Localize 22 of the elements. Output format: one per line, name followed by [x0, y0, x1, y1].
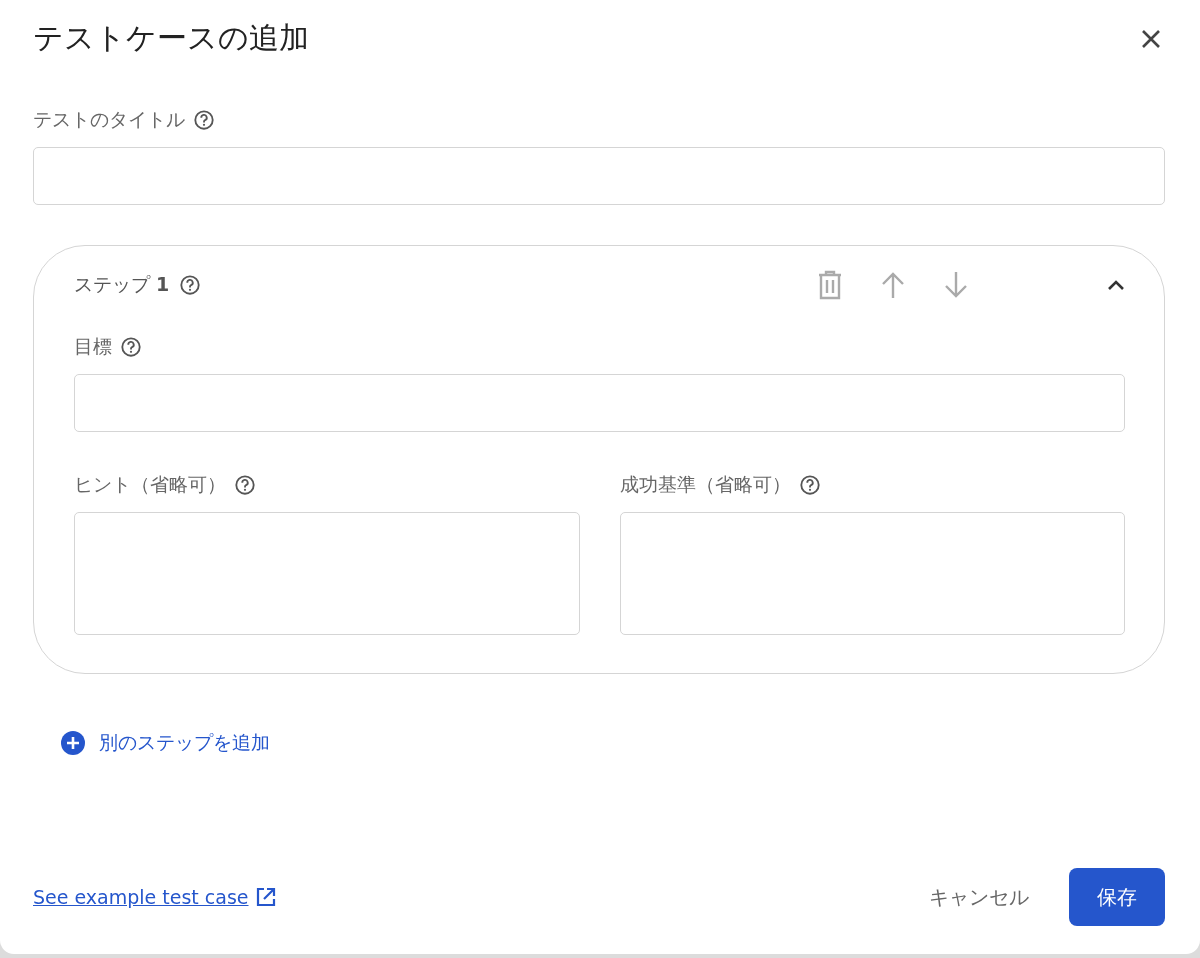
- text-area-field[interactable]: [74, 512, 580, 635]
- example-link[interactable]: See example test case: [33, 886, 249, 908]
- field-label: 成功基準（省略可）: [619, 472, 791, 497]
- step-label: ステップ 1: [74, 272, 170, 297]
- plus-circle-icon: [61, 731, 85, 755]
- external-link-icon[interactable]: [254, 886, 277, 908]
- field-label: テストのタイトル: [33, 107, 185, 132]
- title-input-field[interactable]: [33, 147, 1165, 205]
- field-label: ヒント（省略可）: [74, 472, 226, 497]
- add-step-link[interactable]: 別のステップを追加: [61, 730, 270, 756]
- help-icon[interactable]: [234, 474, 256, 496]
- cancel-button[interactable]: キャンセル: [901, 868, 1057, 926]
- help-icon[interactable]: [120, 336, 142, 358]
- help-icon[interactable]: [193, 109, 215, 131]
- help-icon[interactable]: [179, 274, 202, 296]
- dialog-title: テストケースの追加: [33, 19, 309, 57]
- help-icon[interactable]: [798, 474, 821, 496]
- save-button[interactable]: 保存: [1069, 868, 1165, 926]
- chevron-up-icon[interactable]: [1107, 279, 1125, 291]
- text-area-field[interactable]: [619, 512, 1125, 635]
- input-field[interactable]: [74, 374, 1125, 432]
- field-label: 目標: [74, 334, 112, 359]
